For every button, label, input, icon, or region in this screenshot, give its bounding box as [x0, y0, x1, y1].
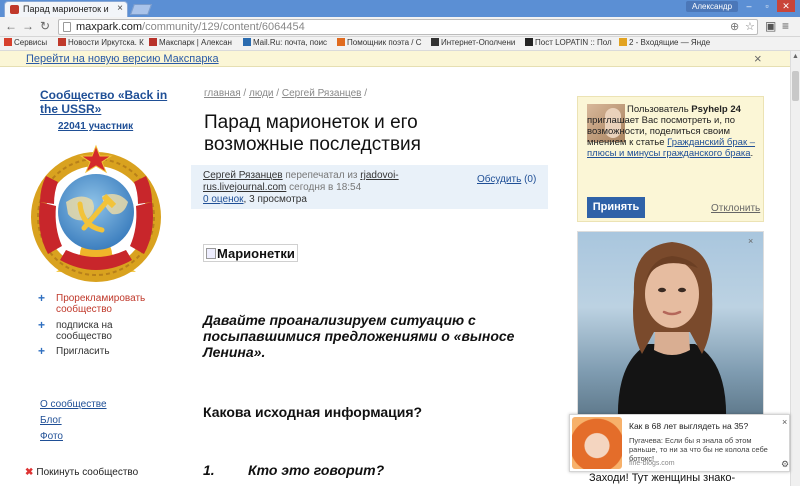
back-arrow-icon[interactable]: ←	[5, 19, 17, 33]
article-paragraph: Давайте проанализируем ситуацию с посыпа…	[203, 312, 515, 360]
article-meta: Сергей Рязанцев перепечатал из rjadovoi-…	[191, 165, 548, 209]
invite-card: Пользователь Psyhelp 24 приглашает Вас п…	[577, 96, 764, 222]
minimize-icon[interactable]: –	[740, 0, 758, 12]
breadcrumb-home[interactable]: главная	[204, 88, 241, 99]
popup-source: fine-blogs.com	[629, 460, 675, 467]
title-bar: Парад марионеток и е × Александр – ▫ ✕	[0, 0, 800, 17]
menu-icon[interactable]: ≡	[782, 19, 789, 33]
address-bar[interactable]: maxpark.com/community/129/content/606445…	[58, 19, 758, 35]
scroll-up-icon[interactable]: ▲	[792, 53, 799, 60]
about-community-link[interactable]: О сообществе	[40, 399, 107, 410]
promote-community-action[interactable]: + Прорекламировать сообщество	[38, 291, 176, 315]
apps-grid-icon	[4, 38, 12, 46]
avatar	[572, 417, 622, 469]
views-count: , 3 просмотра	[243, 194, 307, 205]
post-time: сегодня в 18:54	[289, 182, 362, 193]
subscribe-community-action[interactable]: + подписка на сообщество	[38, 318, 156, 342]
mail-envelope-icon	[619, 38, 627, 46]
bookmark-favicon-icon	[525, 38, 533, 46]
bookmark-favicon-icon	[431, 38, 439, 46]
bookmarks-bar: Сервисы Новости Иркутска. К Макспарк | А…	[0, 37, 800, 51]
ad-close-icon[interactable]: ×	[748, 236, 753, 246]
bookmark-item[interactable]: Макспарк | Алексан	[149, 38, 232, 47]
bookmark-item[interactable]: Новости Иркутска. К	[58, 38, 144, 47]
invite-text: Пользователь Psyhelp 24 приглашает Вас п…	[587, 104, 756, 159]
maxpark-favicon-icon	[10, 5, 19, 14]
close-x-icon: ✖	[25, 467, 34, 478]
bookmark-item[interactable]: Помощник поэта / С	[337, 38, 422, 47]
author-link[interactable]: Сергей Рязанцев	[203, 170, 283, 181]
invite-action[interactable]: + Пригласить	[38, 344, 156, 358]
bookmark-favicon-icon	[58, 38, 66, 46]
community-name-link[interactable]: Сообщество «Back in the USSR»	[40, 88, 170, 116]
popup-title[interactable]: Как в 68 лет выглядеть на 35?	[629, 421, 748, 431]
blog-link[interactable]: Блог	[40, 415, 62, 426]
broken-image-icon	[206, 248, 216, 259]
new-version-notice: Перейти на новую версию Макспарка ×	[0, 51, 790, 67]
article-image-broken: Марионетки	[203, 244, 298, 262]
browser-window: Парад марионеток и е × Александр – ▫ ✕ ←…	[0, 0, 800, 486]
ad-caption-text: Заходи! Тут женщины знако-	[589, 472, 736, 484]
new-tab-button[interactable]	[129, 4, 153, 15]
page-info-icon[interactable]	[63, 22, 71, 32]
popup-text: Пугачева: Если бы я знала об этом раньше…	[629, 436, 768, 463]
breadcrumb-people[interactable]: люди	[249, 88, 274, 99]
tab-close-icon[interactable]: ×	[117, 3, 123, 14]
plus-icon: +	[38, 318, 46, 332]
forward-arrow-icon[interactable]: →	[22, 19, 34, 33]
extension-icon[interactable]: ▣	[765, 19, 776, 33]
list-item: Кто это говорит?	[248, 462, 385, 478]
breadcrumb: главная / люди / Сергей Рязанцев /	[204, 88, 368, 99]
bookmark-item[interactable]: 2 - Входящие — Янде	[619, 38, 710, 47]
bookmark-favicon-icon	[149, 38, 157, 46]
breadcrumb-author[interactable]: Сергей Рязанцев	[282, 88, 362, 99]
meta-stats: 0 оценок, 3 просмотра	[203, 194, 307, 205]
ratings-link[interactable]: 0 оценок	[203, 194, 244, 205]
ussr-emblem-icon	[31, 144, 161, 282]
gear-icon[interactable]: ⚙	[781, 459, 789, 470]
page-scrollbar[interactable]: ▲	[790, 51, 800, 486]
photo-link[interactable]: Фото	[40, 431, 63, 442]
url-text: maxpark.com/community/129/content/606445…	[76, 21, 305, 33]
woman-photo-icon	[617, 242, 727, 420]
window-close-icon[interactable]: ✕	[777, 0, 795, 12]
article-title: Парад марионеток и его возможные последс…	[204, 112, 421, 155]
bookmark-item[interactable]: Mail.Ru: почта, поис	[243, 38, 327, 47]
promo-popup[interactable]: Как в 68 лет выглядеть на 35? Пугачева: …	[569, 414, 790, 472]
browser-tab[interactable]: Парад марионеток и е ×	[4, 1, 128, 17]
bookmark-star-icon[interactable]: ☆	[745, 20, 755, 33]
list-item-number: 1.	[203, 462, 215, 478]
bookmark-item[interactable]: Сервисы	[4, 38, 47, 47]
zoom-icon[interactable]: ⊕	[730, 20, 739, 33]
plus-icon: +	[38, 344, 46, 358]
decline-link[interactable]: Отклонить	[711, 203, 760, 214]
scroll-thumb[interactable]	[792, 71, 799, 101]
plus-icon: +	[38, 291, 46, 305]
browser-toolbar: ← → ↻ maxpark.com/community/129/content/…	[0, 17, 800, 37]
article-heading: Какова исходная информация?	[203, 404, 423, 420]
photo-ad-banner[interactable]	[577, 231, 764, 421]
notice-close-icon[interactable]: ×	[754, 51, 762, 66]
bookmark-item[interactable]: Пост LOPATIN :: Пол	[525, 38, 612, 47]
popup-close-icon[interactable]: ×	[782, 417, 787, 427]
leave-community-action[interactable]: ✖ Покинуть сообщество	[25, 467, 138, 478]
discuss-link[interactable]: Обсудить (0)	[477, 174, 536, 185]
profile-user-badge[interactable]: Александр	[686, 1, 738, 12]
new-version-link[interactable]: Перейти на новую версию Макспарка	[26, 53, 219, 65]
tab-title: Парад марионеток и е	[23, 4, 111, 14]
reload-icon[interactable]: ↻	[40, 19, 50, 33]
meta-author-line: Сергей Рязанцев перепечатал из rjadovoi-…	[203, 170, 413, 194]
accept-button[interactable]: Принять	[587, 197, 645, 218]
members-count-link[interactable]: 22041 участник	[58, 121, 133, 132]
invite-user[interactable]: Psyhelp 24	[691, 104, 741, 115]
bookmark-item[interactable]: Интернет-Ополчени	[431, 38, 515, 47]
maximize-icon[interactable]: ▫	[758, 0, 776, 12]
bookmark-favicon-icon	[337, 38, 345, 46]
bookmark-favicon-icon	[243, 38, 251, 46]
reposted-label: перепечатал из	[285, 170, 358, 181]
